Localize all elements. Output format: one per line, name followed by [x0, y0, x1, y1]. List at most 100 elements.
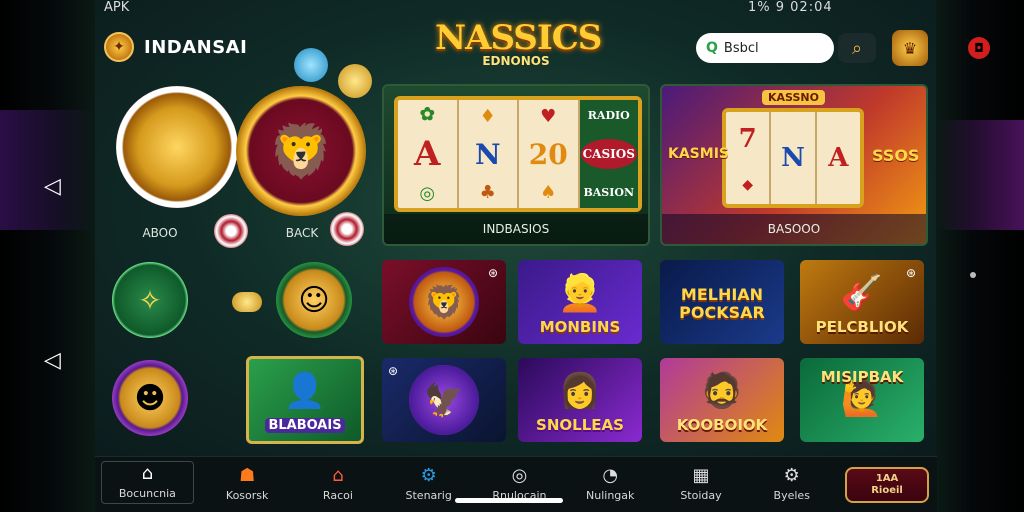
home-icon: ⌂ — [141, 463, 154, 484]
tab-5[interactable]: ◎ Rnulocain — [474, 457, 565, 512]
game-title-6: SNOLLEAS — [536, 416, 624, 434]
status-right: 1% 9 02:04 — [748, 0, 833, 15]
side-game-card-title: BLABOAIS — [265, 418, 345, 433]
reel-2-1: 7 ◆ — [726, 112, 772, 204]
game-tile-6[interactable]: 👩 SNOLLEAS — [518, 358, 642, 442]
tab-8[interactable]: ⚙ Byeles — [746, 457, 837, 512]
game-tile-3[interactable]: MELHIAN POCKSAR — [660, 260, 784, 344]
game-title-2: MONBINS — [539, 318, 621, 336]
side-game-card[interactable]: 👤 BLABOAIS — [246, 356, 364, 444]
badge-icon: ⊛ — [487, 266, 498, 280]
player-icon: 👤 — [283, 371, 327, 411]
character-icon: 👱 — [557, 273, 603, 314]
reel-2: ♦ N ♣ — [459, 100, 519, 208]
eagle-icon: 🦅 — [409, 365, 479, 435]
home-indicator[interactable] — [455, 498, 563, 503]
back-icon[interactable]: ◁ — [44, 176, 61, 198]
blue-chip — [294, 48, 328, 82]
brand[interactable]: ✦ INDANSAI — [104, 32, 247, 62]
record-icon[interactable]: ◘ — [968, 37, 990, 59]
circle-icon: ◎ — [511, 465, 528, 486]
slot2-top-label: KASSNO — [762, 90, 825, 105]
badge-icon: ⊛ — [905, 266, 916, 280]
tab-2[interactable]: ☗ Kosorsk — [202, 457, 293, 512]
promo-line-1: 1AA — [875, 472, 899, 484]
game-tile-5[interactable]: 🦅 ⊛ — [382, 358, 506, 442]
search-field[interactable]: Q — [696, 33, 834, 63]
status-bar: APK 1% 9 02:04 — [0, 0, 1024, 18]
side-game-3[interactable]: ☻ — [112, 360, 188, 436]
tab-promo[interactable]: 1AA Rioeil — [837, 457, 937, 512]
game-tile-8[interactable]: 🙋 MISIPBAK — [800, 358, 924, 442]
game-tile-7[interactable]: 🧔 KOOBOIOK — [660, 358, 784, 442]
side-game-1[interactable]: ✧ — [112, 262, 188, 338]
reel-3: ♥ 20 ♠ — [519, 100, 580, 208]
chip-right-label: BACK — [285, 226, 319, 240]
side-game-2[interactable]: ☺ — [276, 262, 352, 338]
tab-home[interactable]: ⌂ Bocuncnia — [101, 461, 194, 504]
shop-icon: ⌂ — [332, 465, 344, 486]
tab-7[interactable]: ▦ Stoiday — [656, 457, 747, 512]
right-system-bar — [936, 0, 1024, 512]
screen: ◁ ◁ APK 1% 9 02:04 ✦ INDANSAI NASSICS ED… — [0, 0, 1024, 512]
character-icon-2: 👩 — [558, 371, 602, 411]
clock-icon: ◔ — [602, 465, 619, 486]
crest-icon[interactable]: ♛ — [892, 30, 928, 66]
lion-icon: 🦁 — [268, 121, 334, 182]
red-chip — [214, 214, 248, 248]
reel-4: RADIO CASIOS BASION — [579, 100, 638, 208]
promo-line-2: Rioeil — [871, 484, 903, 496]
brand-logo-icon: ✦ — [104, 32, 134, 62]
game-tile-1[interactable]: 🦁 ⊛ — [382, 260, 506, 344]
search-icon: Q — [706, 40, 718, 56]
slot-reels-2: 7 ◆ N A — [722, 108, 864, 208]
game-tile-2[interactable]: 👱 MONBINS — [518, 260, 642, 344]
coin-icon — [232, 292, 262, 312]
promo-button[interactable]: 1AA Rioeil — [845, 466, 930, 503]
gear-icon: ⚙ — [420, 465, 437, 486]
search-input[interactable] — [723, 40, 814, 56]
tab-4[interactable]: ⚙ Stenarig — [383, 457, 474, 512]
chip-left-label: ABOO — [142, 226, 178, 240]
game-title-7: KOOBOIOK — [676, 416, 768, 434]
search-button[interactable]: ⌕ — [838, 33, 876, 63]
slot2-left-label: KASMIS — [668, 146, 729, 162]
tab-label: Kosorsk — [225, 489, 269, 502]
badge-icon: ⊛ — [388, 364, 399, 378]
bottom-nav: ⌂ Bocuncnia ☗ Kosorsk ⌂ Racoi ⚙ Stenarig… — [95, 456, 937, 512]
settings-icon: ⚙ — [783, 465, 800, 486]
slot-caption-2: BASOOO — [662, 214, 926, 244]
slot-tile-1[interactable]: ✿ A ◎ ♦ N ♣ ♥ 20 ♠ RADIO CASIOS BASION INDBASI… — [382, 84, 650, 246]
reel-2-3: A — [828, 143, 849, 173]
game-title-8: MISIPBAK — [820, 368, 904, 386]
slot2-right-label: SSOS — [872, 146, 920, 165]
game-title-4: PELCBLIOK — [815, 318, 909, 336]
tab-3[interactable]: ⌂ Racoi — [293, 457, 384, 512]
slot-tile-2[interactable]: 7 ◆ N A KASSNO KASMIS SSOS BASOOO — [660, 84, 928, 246]
tab-6[interactable]: ◔ Nulingak — [565, 457, 656, 512]
game-title-3: MELHIAN POCKSAR — [679, 285, 765, 322]
slot-side-bot: BASION — [583, 186, 635, 200]
tab-label: Racoi — [322, 489, 353, 502]
lion-medal[interactable]: 🦁 — [236, 86, 366, 216]
reel-1: ✿ A ◎ — [398, 100, 459, 208]
tab-label: Nulingak — [586, 489, 635, 502]
red-chip-2 — [330, 212, 364, 246]
slot-side-mid: CASIOS — [580, 138, 637, 169]
character-icon-3: 🧔 — [700, 371, 744, 411]
casino-logo: NASSICS EDNONOS — [435, 18, 602, 68]
rockstar-icon: 🎸 — [840, 273, 884, 313]
back-icon-2[interactable]: ◁ — [44, 350, 61, 372]
left-system-bar: ◁ ◁ — [0, 0, 95, 512]
slot-reels: ✿ A ◎ ♦ N ♣ ♥ 20 ♠ RADIO CASIOS BASION — [394, 96, 642, 212]
dot-indicator — [970, 272, 976, 278]
tab-label: Byeles — [773, 489, 810, 502]
tab-label: Bocuncnia — [118, 487, 176, 500]
gold-coin — [338, 64, 372, 98]
tab-label: Stenarig — [405, 489, 452, 502]
lion-icon: 🦁 — [409, 267, 479, 337]
brand-name: INDANSAI — [144, 36, 248, 58]
tab-label: Stoiday — [680, 489, 722, 502]
game-tile-4[interactable]: 🎸 PELCBLIOK ⊛ — [800, 260, 924, 344]
gold-chip[interactable] — [116, 86, 238, 208]
